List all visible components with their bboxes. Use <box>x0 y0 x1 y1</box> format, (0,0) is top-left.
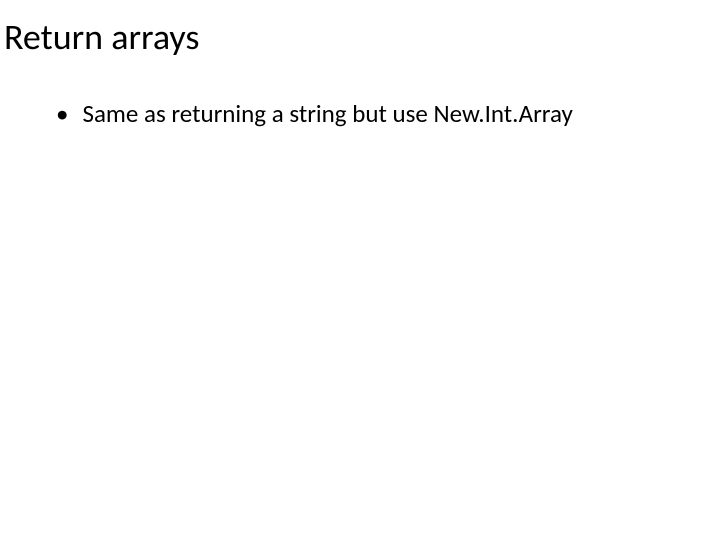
slide-container: Return arrays • Same as returning a stri… <box>0 0 720 540</box>
slide-title: Return arrays <box>0 15 720 59</box>
slide-content: • Same as returning a string but use New… <box>0 99 720 129</box>
bullet-text: Same as returning a string but use New.I… <box>82 99 660 129</box>
bullet-item: • Same as returning a string but use New… <box>56 99 660 129</box>
bullet-marker: • <box>56 99 68 129</box>
